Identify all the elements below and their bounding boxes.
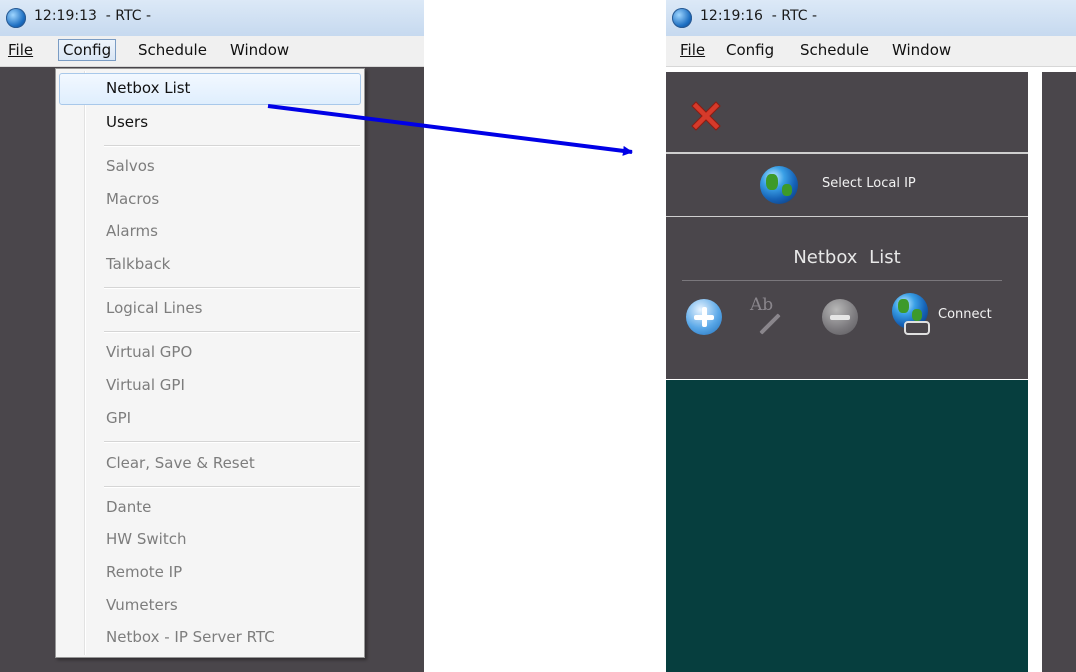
menu-config[interactable]: Config — [722, 40, 778, 60]
menu-file[interactable]: File — [676, 40, 709, 60]
right-workspace — [1042, 72, 1076, 672]
select-local-ip-label: Select Local IP — [822, 176, 916, 191]
right-window: 12:19:16 - RTC - File Config Schedule Wi… — [666, 0, 1076, 672]
netbox-list-title: Netbox List — [793, 247, 901, 268]
app-globe-icon — [672, 8, 692, 28]
chain-link-icon — [904, 321, 930, 335]
netbox-list-panel: Netbox List Ab Connect — [666, 217, 1028, 379]
right-menu-bar: File Config Schedule Window — [666, 36, 1076, 67]
right-window-title: 12:19:16 - RTC - — [700, 8, 818, 24]
right-title-bar: 12:19:16 - RTC - — [666, 0, 1076, 36]
menu-window[interactable]: Window — [888, 40, 955, 60]
minus-circle-icon[interactable] — [822, 299, 858, 335]
title-divider — [682, 280, 1002, 281]
connect-label: Connect — [938, 307, 992, 322]
connect-button[interactable]: Connect — [892, 293, 1012, 339]
select-local-ip-area[interactable]: Select Local IP — [666, 154, 1028, 217]
globe-icon — [760, 166, 798, 204]
plus-circle-icon[interactable] — [686, 299, 722, 335]
close-icon[interactable] — [688, 98, 724, 134]
right-divider — [1028, 72, 1042, 672]
menu-schedule[interactable]: Schedule — [796, 40, 873, 60]
rename-ab-icon[interactable]: Ab — [750, 293, 790, 337]
netbox-list-area[interactable] — [666, 380, 1028, 672]
